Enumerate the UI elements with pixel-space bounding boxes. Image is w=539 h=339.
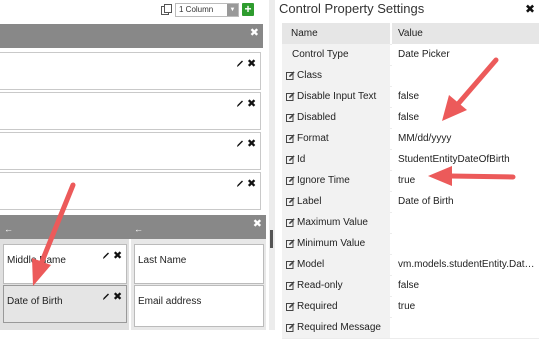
property-row-maximum-value[interactable]: Maximum Value — [282, 212, 539, 234]
columns-select-value: 1 Column — [179, 5, 214, 14]
close-icon[interactable]: ✖ — [247, 137, 256, 150]
edit-icon[interactable] — [286, 239, 295, 248]
property-name: Disable Input Text — [297, 91, 377, 102]
property-name: Ignore Time — [297, 175, 350, 186]
close-icon[interactable]: ✖ — [247, 97, 256, 110]
property-value: true — [398, 301, 416, 312]
property-value: false — [398, 280, 420, 291]
property-row-format[interactable]: Format MM/dd/yyyy — [282, 128, 539, 150]
property-row-ignore-time[interactable]: Ignore Time true — [282, 170, 539, 192]
close-icon[interactable]: ✖ — [113, 290, 122, 303]
field-container[interactable]: ✖ — [0, 172, 261, 210]
edit-icon[interactable] — [286, 260, 295, 269]
field-middle-name[interactable]: Middle Name ✖ — [3, 244, 127, 284]
edit-icon[interactable] — [286, 155, 295, 164]
close-icon[interactable]: ✖ — [253, 217, 262, 230]
property-row-minimum-value[interactable]: Minimum Value — [282, 233, 539, 255]
field-label: Middle Name — [7, 255, 66, 266]
edit-icon[interactable] — [286, 113, 295, 122]
property-name: Model — [297, 259, 325, 270]
property-settings-pane: Control Property Settings ✖ Name Value C… — [275, 0, 539, 339]
property-value: Date Picker — [398, 49, 450, 60]
field-label: Last Name — [138, 255, 187, 266]
column-left: Middle Name ✖ Date of Birth ✖ — [0, 239, 129, 330]
field-label: Email address — [138, 296, 202, 307]
property-name: Maximum Value — [297, 217, 368, 228]
property-name: Id — [297, 154, 306, 165]
edit-icon[interactable] — [286, 281, 295, 290]
property-row-disabled[interactable]: Disabled false — [282, 107, 539, 129]
property-name: Minimum Value — [297, 238, 366, 249]
pencil-icon[interactable] — [102, 251, 110, 260]
column-header-name: Name — [291, 28, 318, 39]
property-value: vm.models.studentEntity.Dat… — [398, 259, 535, 270]
property-row-control-type: Control Type Date Picker — [282, 44, 539, 66]
property-name: Class — [297, 70, 323, 81]
edit-icon[interactable] — [286, 218, 295, 227]
pencil-icon[interactable] — [236, 139, 244, 148]
pencil-icon[interactable] — [102, 292, 110, 301]
pencil-icon[interactable] — [236, 179, 244, 188]
field-container[interactable]: ✖ — [0, 132, 261, 170]
edit-icon[interactable] — [286, 134, 295, 143]
property-value: false — [398, 91, 420, 102]
pencil-icon[interactable] — [236, 59, 244, 68]
edit-icon[interactable] — [286, 176, 295, 185]
columns-select[interactable]: 1 Column ▼ — [175, 3, 239, 17]
property-table: Name Value Control Type Date Picker Clas… — [282, 23, 539, 339]
column-header-value: Value — [398, 28, 423, 39]
property-value: StudentEntityDateOfBirth — [398, 154, 510, 165]
form-designer-pane: 1 Column ▼ + ✖ ✖ ✖ ✖ ✖ ← ← ✖ Middle Name… — [0, 0, 269, 330]
layout-icon[interactable] — [161, 4, 172, 15]
close-icon[interactable]: ✖ — [250, 26, 259, 39]
field-label: Date of Birth — [7, 296, 63, 307]
splitter-grip-handle[interactable] — [270, 230, 273, 248]
edit-icon[interactable] — [286, 197, 295, 206]
property-name: Format — [297, 133, 329, 144]
property-row-required[interactable]: Required true — [282, 296, 539, 318]
edit-icon[interactable] — [286, 71, 295, 80]
property-name: Required — [297, 301, 338, 312]
table-header-row: Name Value — [282, 23, 539, 45]
edit-icon[interactable] — [286, 92, 295, 101]
close-icon[interactable]: ✖ — [247, 177, 256, 190]
add-column-button[interactable]: + — [242, 3, 254, 16]
property-row-id[interactable]: Id StudentEntityDateOfBirth — [282, 149, 539, 171]
close-icon[interactable]: ✖ — [247, 57, 256, 70]
field-container[interactable]: ✖ — [0, 52, 261, 90]
property-name: Disabled — [297, 112, 336, 123]
property-value: false — [398, 112, 420, 123]
designer-toolbar: 1 Column ▼ + — [0, 0, 269, 22]
column-right: Last Name Email address — [131, 239, 266, 330]
property-name: Read-only — [297, 280, 343, 291]
edit-icon[interactable] — [286, 323, 295, 332]
property-name: Label — [297, 196, 322, 207]
property-row-class[interactable]: Class — [282, 65, 539, 87]
field-last-name[interactable]: Last Name — [134, 244, 264, 284]
property-value: Date of Birth — [398, 196, 454, 207]
field-date-of-birth[interactable]: Date of Birth ✖ — [3, 285, 127, 323]
property-row-model[interactable]: Model vm.models.studentEntity.Dat… — [282, 254, 539, 276]
pencil-icon[interactable] — [236, 99, 244, 108]
field-container[interactable]: ✖ — [0, 92, 261, 130]
property-row-required-message[interactable]: Required Message — [282, 317, 539, 339]
back-arrow-icon[interactable]: ← — [4, 224, 13, 234]
field-email-address[interactable]: Email address — [134, 285, 264, 327]
edit-icon[interactable] — [286, 302, 295, 311]
close-icon[interactable]: ✖ — [113, 249, 122, 262]
section-header: ✖ — [0, 24, 263, 48]
chevron-down-icon: ▼ — [227, 4, 238, 16]
property-row-read-only[interactable]: Read-only false — [282, 275, 539, 297]
property-row-disable-input-text[interactable]: Disable Input Text false — [282, 86, 539, 108]
two-column-section-header: ← ← ✖ — [0, 215, 266, 239]
close-icon[interactable]: ✖ — [525, 2, 535, 16]
property-value: MM/dd/yyyy — [398, 133, 452, 144]
property-name: Control Type — [292, 49, 349, 60]
property-name: Required Message — [297, 322, 381, 333]
property-value: true — [398, 175, 416, 186]
panel-title: Control Property Settings — [279, 1, 425, 16]
back-arrow-icon[interactable]: ← — [134, 224, 143, 234]
property-row-label[interactable]: Label Date of Birth — [282, 191, 539, 213]
